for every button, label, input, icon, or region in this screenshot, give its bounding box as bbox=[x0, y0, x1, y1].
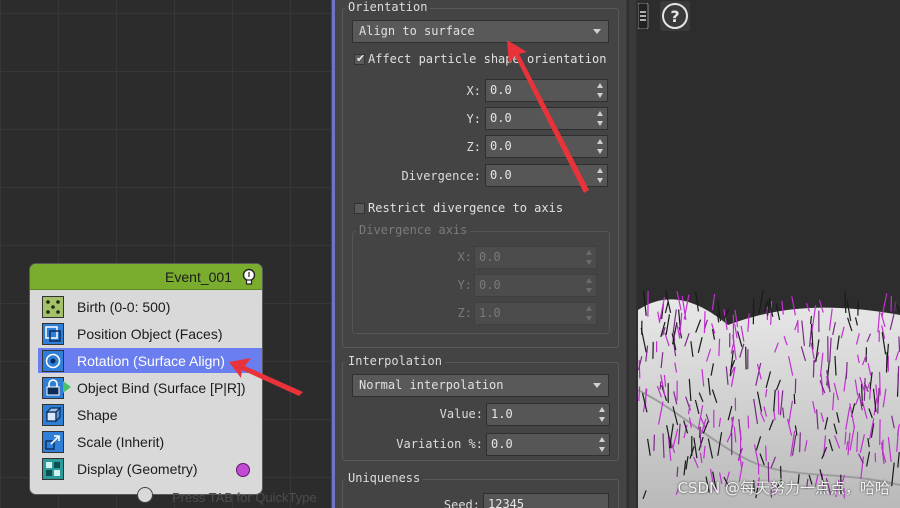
event-node[interactable]: Event_001 Birth (0-0: 500) Position Obje… bbox=[29, 263, 263, 495]
x-label: X: bbox=[466, 84, 481, 98]
seed-value: 12345 bbox=[488, 497, 525, 508]
axis-y-value: 0.0 bbox=[479, 278, 501, 292]
spinner-arrows-icon[interactable] bbox=[586, 250, 593, 265]
value-value: 1.0 bbox=[491, 407, 513, 421]
operator-label: Display (Geometry) bbox=[77, 460, 198, 477]
divergence-axis-title: Divergence axis bbox=[356, 223, 471, 237]
seed-spinner[interactable]: 12345 bbox=[483, 493, 609, 508]
value-spinner[interactable]: 1.0 bbox=[486, 403, 610, 426]
value-label: Value: bbox=[439, 407, 483, 421]
spinner-arrows-icon[interactable] bbox=[597, 83, 604, 98]
rotation-parameters-panel: Orientation Align to surface ✔ Affect pa… bbox=[335, 0, 626, 508]
axis-y-label: Y: bbox=[457, 278, 472, 292]
rotation-icon bbox=[42, 349, 64, 372]
axis-x-label: X: bbox=[457, 250, 472, 264]
axis-x-spinner[interactable]: 0.0 bbox=[474, 246, 597, 269]
shape-icon bbox=[42, 403, 64, 426]
seed-label: Seed: bbox=[443, 498, 480, 508]
scale-icon bbox=[42, 430, 64, 453]
chevron-down-icon bbox=[593, 29, 601, 34]
panel-scrollbar-thumb[interactable] bbox=[629, 0, 636, 508]
orientation-mode-dropdown[interactable]: Align to surface bbox=[352, 20, 609, 43]
list-icon[interactable] bbox=[638, 3, 650, 29]
operator-label: Rotation (Surface Align) bbox=[77, 352, 225, 369]
spinner-arrows-icon[interactable] bbox=[586, 306, 593, 321]
csdn-watermark: CSDN @每天努力一点点，哈哈 bbox=[677, 479, 890, 497]
spinner-arrows-icon[interactable] bbox=[597, 111, 604, 126]
divergence-label: Divergence: bbox=[401, 169, 481, 183]
interpolation-group-title: Interpolation bbox=[345, 354, 445, 368]
help-icon[interactable]: ? bbox=[660, 1, 690, 31]
z-label: Z: bbox=[466, 140, 481, 154]
operator-shape[interactable]: Shape bbox=[38, 402, 262, 427]
variation-value: 0.0 bbox=[491, 437, 513, 451]
operator-label: Object Bind (Surface [P|R]) bbox=[77, 379, 246, 396]
divergence-spinner[interactable]: 0.0 bbox=[485, 164, 608, 187]
spinner-arrows-icon[interactable] bbox=[586, 278, 593, 293]
event-header[interactable]: Event_001 bbox=[30, 264, 262, 290]
operator-label: Shape bbox=[77, 406, 118, 423]
divergence-value: 0.0 bbox=[490, 168, 512, 182]
x-value: 0.0 bbox=[490, 83, 512, 97]
interpolation-mode-value: Normal interpolation bbox=[359, 378, 504, 392]
interpolation-mode-dropdown[interactable]: Normal interpolation bbox=[352, 374, 609, 397]
orientation-group-title: Orientation bbox=[345, 0, 431, 14]
viewport[interactable]: ? CSDN @每天努力一点点，哈哈 bbox=[638, 0, 900, 508]
event-title: Event_001 bbox=[165, 268, 232, 285]
axis-y-spinner[interactable]: 0.0 bbox=[474, 274, 597, 297]
chevron-down-icon bbox=[593, 383, 601, 388]
y-value: 0.0 bbox=[490, 111, 512, 125]
spinner-arrows-icon[interactable] bbox=[599, 407, 606, 422]
uniqueness-group-title: Uniqueness bbox=[345, 471, 424, 485]
axis-z-label: Z: bbox=[457, 306, 472, 320]
display-icon bbox=[42, 457, 64, 480]
orientation-mode-value: Align to surface bbox=[359, 24, 475, 38]
restrict-divergence-label: Restrict divergence to axis bbox=[368, 201, 564, 215]
axis-z-spinner[interactable]: 1.0 bbox=[474, 302, 597, 325]
variation-spinner[interactable]: 0.0 bbox=[486, 433, 610, 456]
position-object-icon bbox=[42, 322, 64, 345]
spinner-arrows-icon[interactable] bbox=[597, 168, 604, 183]
checkmark-icon: ✔ bbox=[356, 52, 366, 65]
output-connector-icon[interactable] bbox=[63, 381, 71, 393]
operator-label: Birth (0-0: 500) bbox=[77, 298, 171, 315]
birth-icon bbox=[42, 295, 64, 318]
quicktype-hint: Press TAB for QuickType bbox=[172, 490, 317, 505]
y-spinner[interactable]: 0.0 bbox=[485, 107, 608, 130]
variation-label: Variation %: bbox=[396, 437, 483, 451]
x-spinner[interactable]: 0.0 bbox=[485, 79, 608, 102]
operator-display[interactable]: Display (Geometry) bbox=[38, 456, 262, 481]
z-value: 0.0 bbox=[490, 139, 512, 153]
lightbulb-icon[interactable] bbox=[241, 268, 257, 286]
operator-birth[interactable]: Birth (0-0: 500) bbox=[38, 294, 262, 319]
event-input-connector[interactable] bbox=[137, 487, 153, 503]
spinner-arrows-icon[interactable] bbox=[599, 437, 606, 452]
operator-scale[interactable]: Scale (Inherit) bbox=[38, 429, 262, 454]
operator-rotation[interactable]: Rotation (Surface Align) bbox=[38, 348, 262, 373]
restrict-divergence-checkbox[interactable] bbox=[354, 203, 365, 214]
operator-label: Scale (Inherit) bbox=[77, 433, 165, 450]
display-color-swatch[interactable] bbox=[236, 463, 250, 477]
operator-object-bind[interactable]: Object Bind (Surface [P|R]) bbox=[38, 375, 262, 400]
panel-scrollbar[interactable] bbox=[626, 0, 638, 508]
affect-shape-checkbox[interactable]: ✔ bbox=[354, 52, 366, 65]
particle-view-canvas[interactable]: Event_001 Birth (0-0: 500) Position Obje… bbox=[0, 0, 331, 508]
svg-text:?: ? bbox=[670, 7, 679, 26]
z-spinner[interactable]: 0.0 bbox=[485, 135, 608, 158]
axis-x-value: 0.0 bbox=[479, 250, 501, 264]
affect-shape-label: Affect particle shape orientation bbox=[368, 52, 607, 66]
object-bind-icon bbox=[42, 376, 64, 399]
y-label: Y: bbox=[466, 112, 481, 126]
axis-z-value: 1.0 bbox=[479, 306, 501, 320]
grass-render-image bbox=[638, 290, 900, 508]
operator-position-object[interactable]: Position Object (Faces) bbox=[38, 321, 262, 346]
spinner-arrows-icon[interactable] bbox=[597, 139, 604, 154]
operator-label: Position Object (Faces) bbox=[77, 325, 223, 342]
